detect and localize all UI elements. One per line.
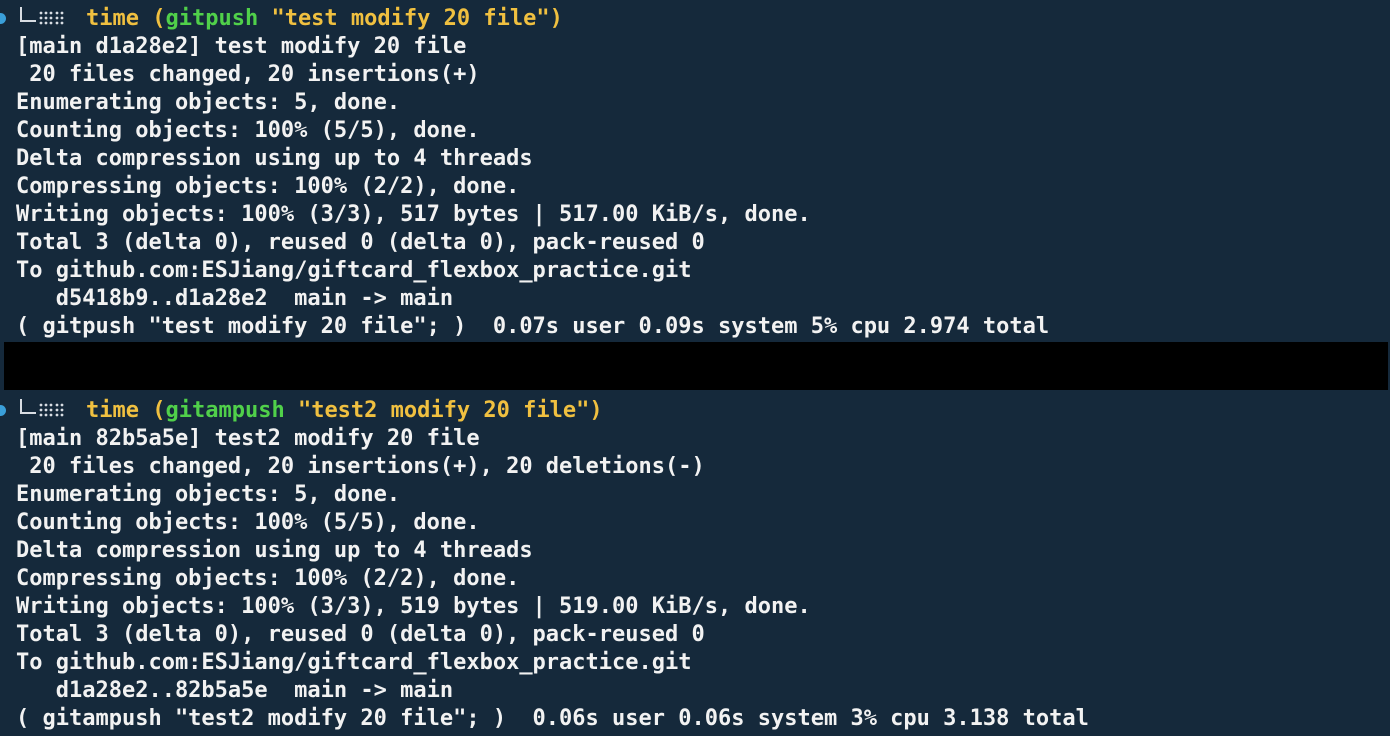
prompt-line: time (gitampush "test2 modify 20 file") [0,397,1390,425]
cmd-arguments: "test modify 20 file") [258,6,563,31]
redacted-separator-bar [4,342,1388,390]
tree-corner-icon [20,7,36,22]
prompt-command: time (gitampush "test2 modify 20 file") [86,397,603,425]
output-line: Writing objects: 100% (3/3), 517 bytes |… [16,202,811,227]
output-line: To github.com:ESJiang/giftcard_flexbox_p… [16,650,692,675]
prompt-command: time (gitpush "test modify 20 file") [86,5,563,33]
output-line: Enumerating objects: 5, done. [16,482,401,507]
output-line: Total 3 (delta 0), reused 0 (delta 0), p… [16,622,705,647]
terminal-window[interactable]: time (gitpush "test modify 20 file") [ma… [0,0,1390,736]
output-line: [main 82b5a5e] test2 modify 20 file [16,426,480,451]
output-line: Enumerating objects: 5, done. [16,90,401,115]
cmd-time-keyword: time [86,6,139,31]
cmd-open-paren: ( [138,6,166,31]
prompt-status-dot-icon [0,13,6,24]
output-line: Writing objects: 100% (3/3), 519 bytes |… [16,594,811,619]
output-line: d5418b9..d1a28e2 main -> main [16,286,454,311]
output-line: 20 files changed, 20 insertions(+), 20 d… [16,454,705,479]
prompt-status-dot-icon [0,405,6,416]
output-line: Compressing objects: 100% (2/2), done. [16,174,520,199]
grid-dots-icon [39,403,64,417]
output-line: Counting objects: 100% (5/5), done. [16,510,480,535]
tree-corner-icon [20,399,36,414]
command-block-1: time (gitpush "test modify 20 file") [ma… [0,5,1390,341]
prompt-line: time (gitpush "test modify 20 file") [0,5,1390,33]
output-line: d1a28e2..82b5a5e main -> main [16,678,454,703]
command-block-2: time (gitampush "test2 modify 20 file") … [0,397,1390,733]
cmd-open-paren: ( [138,398,166,423]
output-line: 20 files changed, 20 insertions(+) [16,62,480,87]
output-line: Total 3 (delta 0), reused 0 (delta 0), p… [16,230,705,255]
output-line: Delta compression using up to 4 threads [16,538,533,563]
timing-summary-line: ( gitampush "test2 modify 20 file"; ) 0.… [16,706,1089,731]
output-line: To github.com:ESJiang/giftcard_flexbox_p… [16,258,692,283]
output-line: Compressing objects: 100% (2/2), done. [16,566,520,591]
grid-dots-icon [39,11,64,25]
cmd-arguments: "test2 modify 20 file") [284,398,603,423]
timing-summary-line: ( gitpush "test modify 20 file"; ) 0.07s… [16,314,1050,339]
output-line: Counting objects: 100% (5/5), done. [16,118,480,143]
cmd-function-name: gitpush [165,6,259,31]
output-line: [main d1a28e2] test modify 20 file [16,34,467,59]
cmd-function-name: gitampush [165,398,285,423]
output-line: Delta compression using up to 4 threads [16,146,533,171]
cmd-time-keyword: time [86,398,139,423]
